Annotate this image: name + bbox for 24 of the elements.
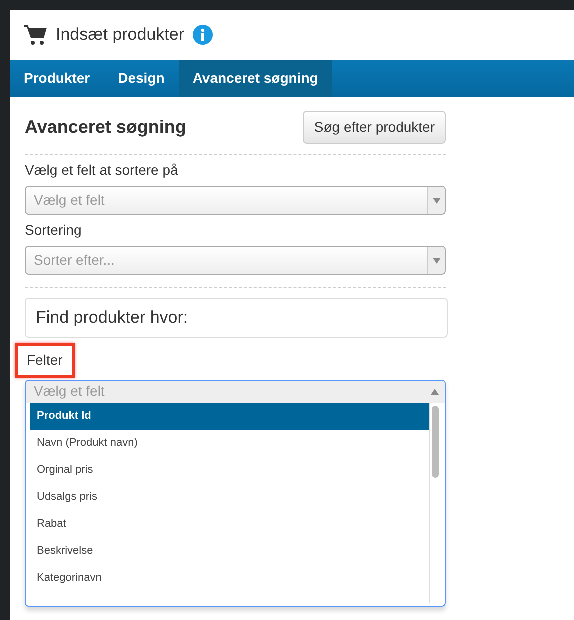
- dialog-title: Indsæt produkter: [56, 24, 185, 46]
- caret-down-icon: [432, 258, 440, 264]
- tab[interactable]: Produkter: [10, 60, 104, 97]
- search-products-button[interactable]: Søg efter produkter: [303, 111, 446, 144]
- caret-down-icon: [432, 198, 440, 204]
- select-field[interactable]: Vælg et felt Produkt Id Navn (Produkt navn) Orginal pris Udsalgs pris Rabat Beskrivelse Kategorinavn: [25, 380, 446, 606]
- field-label: Vælg et felt at sortere på: [25, 161, 180, 180]
- tab[interactable]: Avanceret søgning: [178, 60, 332, 97]
- field-label: Felter: [15, 342, 75, 378]
- dropdown-option[interactable]: Navn (Produkt navn): [30, 430, 429, 456]
- dropdown-option[interactable]: Orginal pris: [30, 456, 429, 484]
- dropdown-option[interactable]: Kategorinavn: [30, 564, 429, 592]
- cart-icon: [24, 24, 48, 46]
- tab[interactable]: Design: [104, 60, 179, 97]
- section-heading: Avanceret søgning: [25, 116, 186, 138]
- field-label: Sortering: [25, 221, 83, 240]
- dropdown-option[interactable]: Rabat: [30, 510, 429, 538]
- info-icon[interactable]: [192, 25, 213, 45]
- dropdown-option[interactable]: Udsalgs pris: [30, 484, 429, 510]
- filter-panel-title: Find produkter hvor:: [25, 298, 448, 338]
- dropdown-option[interactable]: Produkt Id: [30, 402, 429, 430]
- dropdown-option[interactable]: Beskrivelse: [30, 538, 429, 564]
- scrollbar-thumb[interactable]: [432, 406, 439, 478]
- caret-up-icon: [431, 389, 439, 396]
